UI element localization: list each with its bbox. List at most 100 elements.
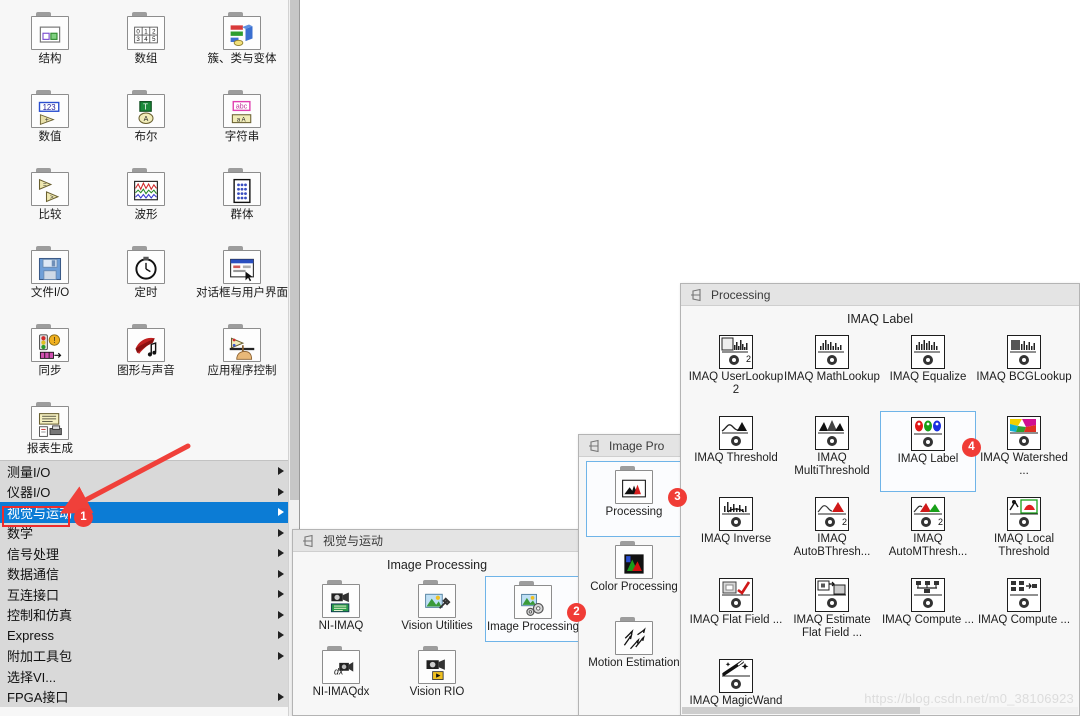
vision-item-3[interactable]: dx NI-IMAQdx [293,642,389,708]
menu-item-label: 视觉与运动 [7,505,73,521]
menu-item-5[interactable]: 数据通信 [0,564,290,585]
palette-item-14[interactable]: 应用程序控制 [194,318,290,396]
palette-item-3[interactable]: 123 + 数值 [2,84,98,162]
palette-item-11[interactable]: 对话框与用户界面 [194,240,290,318]
pin-icon[interactable] [689,288,703,302]
processing-item-0[interactable]: 2 IMAQ UserLookup 2 [688,330,784,411]
vision-item-2[interactable]: Image Processing 2 [485,576,586,642]
menu-item-10[interactable]: 选择VI... [0,666,290,687]
menu-item-label: 附加工具包 [7,649,73,665]
palette-scrollbar-thumb[interactable] [290,0,299,500]
processing-item-6[interactable]: IMAQ Label 4 [880,411,981,492]
palette-item-12[interactable]: ! 同步 [2,318,98,396]
menu-item-0[interactable]: 测量I/O [0,461,290,482]
numeric-icon: 123 + [31,90,69,128]
processing-panel-hscroll-thumb[interactable] [682,707,920,714]
svg-text:+: + [45,117,49,124]
palette-item-0[interactable]: 结构 [2,6,98,84]
palette-item-4[interactable]: T A 布尔 [98,84,194,162]
palette-item-label: 波形 [134,209,158,221]
processing-palette-panel: Processing IMAQ Label 2 IMAQ UserLookup 2… [680,283,1080,716]
processing-item-label: IMAQ Inverse [700,533,772,545]
menu-item-3[interactable]: 数学 [0,523,290,544]
processing-item-label: IMAQ Flat Field ... [689,614,783,626]
processing-item-3[interactable]: IMAQ BCGLookup [976,330,1072,411]
vision-item-0[interactable]: NI-IMAQ [293,576,389,642]
vision-motion-palette-panel: 视觉与运动 Image Processing NI-IMAQ Vision Uti… [292,529,586,716]
step-badge-1: 1 [74,508,93,527]
processing-item-label: IMAQ AutoMThresh... [888,533,968,558]
menu-item-7[interactable]: 控制和仿真 [0,605,290,626]
processing-item-4[interactable]: IMAQ Threshold [688,411,784,492]
ni-imaq-folder-icon [322,580,360,618]
svg-text:1: 1 [144,28,148,35]
processing-item-5[interactable]: IMAQ MultiThreshold [784,411,880,492]
processing-item-10[interactable]: 2 IMAQ AutoMThresh... [880,492,976,573]
menu-item-label: 互连接口 [7,587,60,603]
menu-item-4[interactable]: 信号处理 [0,543,290,564]
graphics-sound-icon [127,324,165,362]
imaq-inverse-icon [719,497,753,531]
processing-item-label: IMAQ Compute ... [881,614,975,626]
palette-item-6[interactable]: = > 比较 [2,162,98,240]
palette-item-label: 布尔 [134,131,158,143]
processing-item-14[interactable]: IMAQ Compute ... [880,573,976,654]
vision-item-label: Vision Utilities [401,620,473,632]
chevron-right-icon [278,590,284,599]
svg-text:2: 2 [746,354,751,364]
imaq-magicwand-icon [719,659,753,693]
synchronization-icon: ! [31,324,69,362]
processing-panel-hscroll[interactable] [682,707,1078,714]
vision-item-1[interactable]: Vision Utilities [389,576,485,642]
chevron-right-icon [278,651,284,660]
palette-item-7[interactable]: 波形 [98,162,194,240]
structures-icon [31,12,69,50]
processing-item-7[interactable]: IMAQ Watershed ... [976,411,1072,492]
comparison-icon: = > [31,168,69,206]
menu-item-1[interactable]: 仪器I/O [0,482,290,503]
pin-icon[interactable] [587,439,601,453]
imgproc-item-0[interactable]: Processing 3 [586,461,687,537]
svg-text:0: 0 [136,28,140,35]
palette-item-8[interactable]: 群体 [194,162,290,240]
vision-item-4[interactable]: Vision RIO [389,642,485,708]
palette-item-10[interactable]: 定时 [98,240,194,318]
palette-item-1[interactable]: 0 1 2 3 4 5 数组 [98,6,194,84]
processing-item-label: IMAQ UserLookup 2 [688,371,784,396]
processing-item-12[interactable]: IMAQ Flat Field ... [688,573,784,654]
imaq-userlookup2-icon: 2 [719,335,753,369]
processing-item-label: IMAQ Label [897,453,959,465]
palette-item-2[interactable]: 簇、类与变体 [194,6,290,84]
processing-panel-grid: 2 IMAQ UserLookup 2 IMAQ MathLookup IMAQ Eq… [681,330,1079,716]
palette-item-13[interactable]: 图形与声音 [98,318,194,396]
imaq-label-icon [911,417,945,451]
palette-item-9[interactable]: 文件I/O [2,240,98,318]
menu-item-6[interactable]: 互连接口 [0,584,290,605]
svg-text:a A: a A [237,116,247,123]
pin-icon[interactable] [301,534,315,548]
processing-item-15[interactable]: IMAQ Compute ... [976,573,1072,654]
palette-item-5[interactable]: abc a A 字符串 [194,84,290,162]
processing-item-9[interactable]: 2 IMAQ AutoBThresh... [784,492,880,573]
menu-item-2[interactable]: 视觉与运动 [0,502,290,523]
menu-item-8[interactable]: Express [0,625,290,646]
processing-item-11[interactable]: IMAQ Local Threshold [976,492,1072,573]
processing-item-13[interactable]: IMAQ Estimate Flat Field ... [784,573,880,654]
processing-item-2[interactable]: IMAQ Equalize [880,330,976,411]
palette-item-label: 同步 [38,365,62,377]
svg-text:2: 2 [938,517,943,527]
processing-item-1[interactable]: IMAQ MathLookup [784,330,880,411]
svg-text:=: = [43,182,47,189]
menu-item-9[interactable]: 附加工具包 [0,646,290,667]
cluster-class-variant-icon [223,12,261,50]
processing-item-8[interactable]: IMAQ Inverse [688,492,784,573]
menu-item-11[interactable]: FPGA接口 [0,687,290,708]
palette-item-label: 结构 [38,53,62,65]
palette-item-label: 报表生成 [27,443,73,455]
step-badge-2: 2 [567,603,586,622]
report-generation-icon [31,402,69,440]
imgproc-item-1[interactable]: Color Processing [586,537,682,613]
imgproc-panel-grid: Processing 3 Color Processing Motion Estima… [579,461,689,689]
watermark-text: https://blog.csdn.net/m0_38106923 [864,691,1074,706]
imgproc-item-2[interactable]: Motion Estimation [586,613,682,689]
